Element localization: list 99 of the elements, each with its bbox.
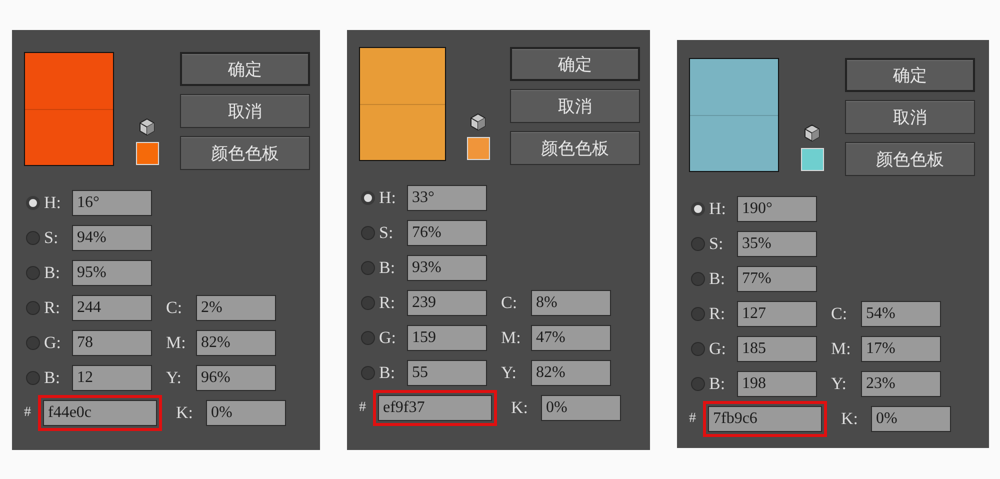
value-field[interactable]: 33° bbox=[407, 185, 487, 211]
value-field[interactable]: 47% bbox=[531, 325, 611, 351]
value-field[interactable]: 0% bbox=[206, 400, 286, 426]
cube-icon[interactable] bbox=[139, 118, 155, 136]
field-label: H: bbox=[43, 193, 62, 213]
field-label: G: bbox=[708, 339, 727, 359]
value-field[interactable]: 35% bbox=[737, 231, 817, 257]
field-label: C: bbox=[166, 298, 184, 318]
value-field[interactable]: 76% bbox=[407, 220, 487, 246]
field-label: # bbox=[359, 400, 367, 416]
dialog-button[interactable]: 取消 bbox=[180, 94, 310, 128]
radio-button[interactable] bbox=[26, 196, 40, 210]
value-field[interactable]: 12 bbox=[72, 365, 152, 391]
value-field[interactable]: 239 bbox=[407, 290, 487, 316]
value-field[interactable]: 96% bbox=[196, 365, 276, 391]
radio-button[interactable] bbox=[691, 307, 705, 321]
value-field[interactable]: 93% bbox=[407, 255, 487, 281]
field-label: M: bbox=[166, 333, 187, 353]
value-field[interactable]: 54% bbox=[861, 301, 941, 327]
field-label: G: bbox=[378, 328, 397, 348]
radio-button[interactable] bbox=[361, 366, 375, 380]
field-label: H: bbox=[708, 199, 727, 219]
value-field[interactable]: 17% bbox=[861, 336, 941, 362]
value-field[interactable]: 78 bbox=[72, 330, 152, 356]
dialog-button[interactable]: 确定 bbox=[845, 58, 975, 92]
value-field[interactable]: 82% bbox=[196, 330, 276, 356]
radio-button[interactable] bbox=[361, 261, 375, 275]
value-field[interactable]: 0% bbox=[871, 406, 951, 432]
radio-button[interactable] bbox=[361, 331, 375, 345]
field-label: K: bbox=[841, 409, 859, 429]
field-label: R: bbox=[708, 304, 726, 324]
field-label: S: bbox=[378, 223, 394, 243]
value-field[interactable]: 159 bbox=[407, 325, 487, 351]
radio-button[interactable] bbox=[691, 272, 705, 286]
value-field[interactable]: 0% bbox=[541, 395, 621, 421]
radio-button[interactable] bbox=[361, 226, 375, 240]
web-color-swatch[interactable] bbox=[466, 137, 490, 160]
cube-icon[interactable] bbox=[470, 113, 486, 131]
radio-button[interactable] bbox=[691, 202, 705, 216]
field-label: B: bbox=[708, 269, 726, 289]
dialog-button[interactable]: 取消 bbox=[845, 100, 975, 134]
value-field[interactable]: 95% bbox=[72, 260, 152, 286]
radio-button[interactable] bbox=[691, 342, 705, 356]
web-color-swatch[interactable] bbox=[136, 142, 158, 165]
field-label: R: bbox=[43, 298, 62, 318]
radio-button[interactable] bbox=[26, 336, 40, 350]
field-label: K: bbox=[176, 403, 194, 423]
field-label: S: bbox=[43, 228, 60, 248]
value-field[interactable]: 82% bbox=[531, 360, 611, 386]
hex-field[interactable]: 7fb9c6 bbox=[708, 406, 822, 432]
field-label: Y: bbox=[831, 374, 848, 394]
value-field[interactable]: 244 bbox=[72, 295, 152, 321]
radio-button[interactable] bbox=[361, 191, 375, 205]
dialog-button[interactable]: 确定 bbox=[510, 47, 640, 81]
field-label: B: bbox=[43, 263, 62, 283]
field-label: G: bbox=[43, 333, 62, 353]
hex-field[interactable]: f44e0c bbox=[43, 400, 157, 426]
radio-button[interactable] bbox=[26, 266, 40, 280]
radio-button[interactable] bbox=[361, 296, 375, 310]
field-label: M: bbox=[831, 339, 852, 359]
field-label: B: bbox=[378, 363, 396, 383]
field-label: R: bbox=[378, 293, 396, 313]
cube-icon[interactable] bbox=[804, 124, 820, 142]
field-label: C: bbox=[831, 304, 848, 324]
field-label: B: bbox=[708, 374, 726, 394]
value-field[interactable]: 190° bbox=[737, 196, 817, 222]
radio-button[interactable] bbox=[26, 231, 40, 245]
value-field[interactable]: 2% bbox=[196, 295, 276, 321]
radio-button[interactable] bbox=[26, 371, 40, 385]
hex-field[interactable]: ef9f37 bbox=[378, 395, 492, 421]
field-label: Y: bbox=[166, 368, 182, 388]
field-label: M: bbox=[501, 328, 522, 348]
value-field[interactable]: 77% bbox=[737, 266, 817, 292]
value-field[interactable]: 16° bbox=[72, 190, 152, 216]
dialog-button[interactable]: 颜色色板 bbox=[845, 142, 975, 176]
value-field[interactable]: 127 bbox=[737, 301, 817, 327]
value-field[interactable]: 94% bbox=[72, 225, 152, 251]
field-label: C: bbox=[501, 293, 518, 313]
value-field[interactable]: 185 bbox=[737, 336, 817, 362]
field-label: B: bbox=[378, 258, 396, 278]
value-field[interactable]: 55 bbox=[407, 360, 487, 386]
field-label: S: bbox=[708, 234, 724, 254]
radio-button[interactable] bbox=[691, 237, 705, 251]
dialog-button[interactable]: 颜色色板 bbox=[510, 131, 640, 165]
field-label: B: bbox=[43, 368, 62, 388]
field-label: K: bbox=[511, 398, 529, 418]
value-field[interactable]: 8% bbox=[531, 290, 611, 316]
dialog-button[interactable]: 颜色色板 bbox=[180, 136, 310, 170]
field-label: H: bbox=[378, 188, 397, 208]
web-color-swatch[interactable] bbox=[800, 148, 824, 171]
field-label: # bbox=[24, 405, 32, 421]
radio-button[interactable] bbox=[691, 377, 705, 391]
field-label: Y: bbox=[501, 363, 518, 383]
value-field[interactable]: 198 bbox=[737, 371, 817, 397]
radio-button[interactable] bbox=[26, 301, 40, 315]
dialog-button[interactable]: 确定 bbox=[180, 52, 310, 86]
dialog-button[interactable]: 取消 bbox=[510, 89, 640, 123]
value-field[interactable]: 23% bbox=[861, 371, 941, 397]
field-label: # bbox=[689, 411, 697, 427]
